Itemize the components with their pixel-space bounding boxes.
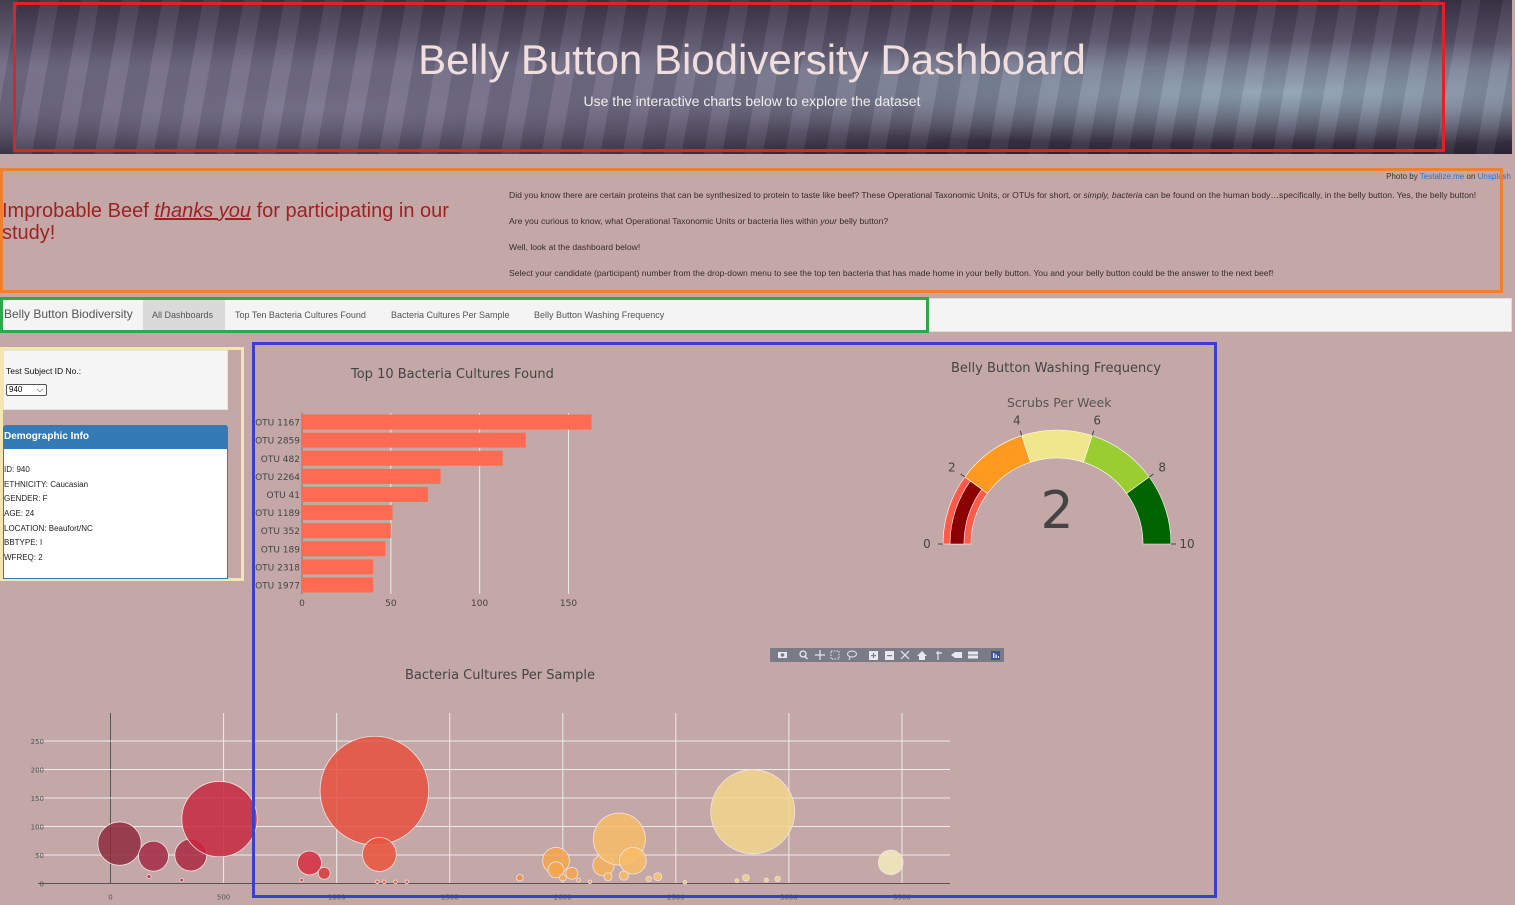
bubble-y-tick-label: 50 (35, 852, 44, 860)
bubble-y-tick-label: 100 (31, 824, 44, 832)
bubble-point (179, 877, 184, 883)
bubble-y-tick-label: 0 (40, 881, 44, 889)
bubble-y-tick-label: 200 (31, 767, 44, 775)
bubble-point (146, 874, 152, 880)
bubble-point (138, 840, 169, 872)
bubble-x-tick-label: 0 (108, 894, 112, 902)
bubble-point (181, 781, 258, 858)
charts-annotation-frame (252, 342, 1217, 898)
bubble-y-tick-label: 150 (31, 795, 44, 803)
bubble-point (97, 821, 142, 866)
bubble-x-tick-label: 500 (217, 894, 230, 902)
bubble-y-tick-label: 250 (31, 738, 44, 746)
